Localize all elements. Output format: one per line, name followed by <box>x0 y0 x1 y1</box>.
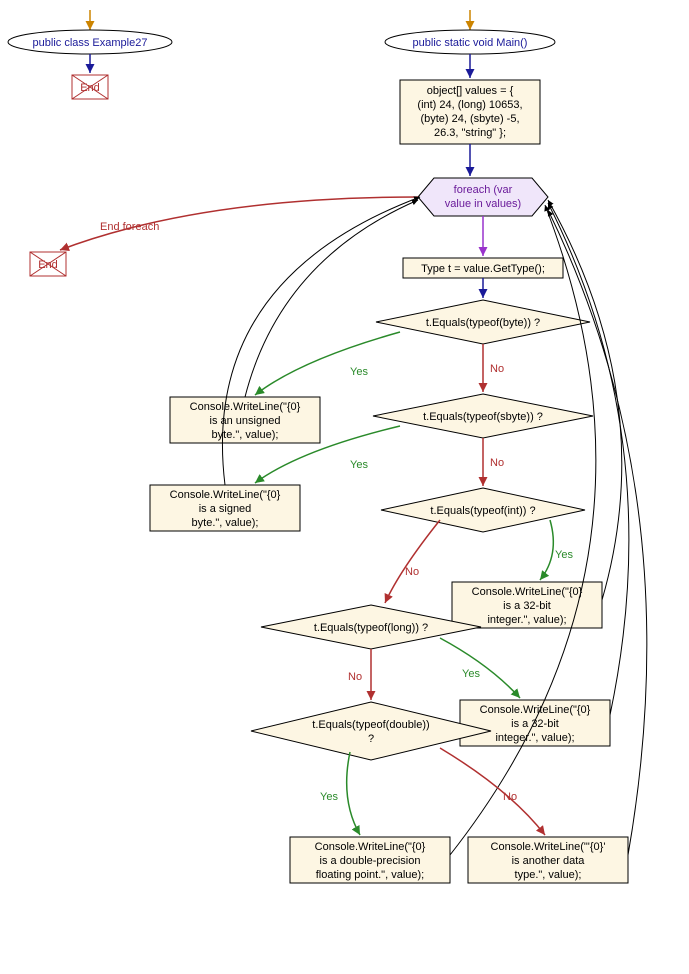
svg-text:floating point.", value);: floating point.", value); <box>316 869 424 881</box>
svg-text:foreach (var: foreach (var <box>454 184 513 196</box>
node-gettype-label: Type t = value.GetType(); <box>421 263 545 275</box>
node-int-label: t.Equals(typeof(int)) ? <box>430 505 535 517</box>
svg-text:Console.WriteLine("{0}: Console.WriteLine("{0} <box>472 586 583 598</box>
svg-text:object[] values = {: object[] values = { <box>427 85 514 97</box>
int-no-label: No <box>405 566 419 578</box>
svg-text:integer.", value);: integer.", value); <box>495 732 574 744</box>
svg-text:integer.", value);: integer.", value); <box>487 614 566 626</box>
byte-yes-label: Yes <box>350 366 368 378</box>
byte-no-label: No <box>490 363 504 375</box>
sbyte-no-label: No <box>490 457 504 469</box>
wbyte-back <box>245 200 418 397</box>
svg-text:Console.WriteLine("{0}: Console.WriteLine("{0} <box>170 489 281 501</box>
wlong-back <box>548 203 629 715</box>
long-yes <box>440 638 520 698</box>
svg-text:Console.WriteLine("'{0}': Console.WriteLine("'{0}' <box>491 841 606 853</box>
svg-text:byte.", value);: byte.", value); <box>212 429 279 441</box>
svg-text:is a signed: is a signed <box>199 503 252 515</box>
svg-text:value in values): value in values) <box>445 198 521 210</box>
byte-yes <box>255 332 400 395</box>
svg-text:Console.WriteLine("{0}: Console.WriteLine("{0} <box>190 401 301 413</box>
int-no <box>385 520 440 603</box>
node-class-label: public class Example27 <box>33 37 148 49</box>
double-no <box>440 748 545 835</box>
sbyte-yes-label: Yes <box>350 459 368 471</box>
svg-text:Console.WriteLine("{0}: Console.WriteLine("{0} <box>480 704 591 716</box>
svg-text:is an unsigned: is an unsigned <box>210 415 281 427</box>
svg-text:is a double-precision: is a double-precision <box>320 855 421 867</box>
svg-text:26.3, "string" };: 26.3, "string" }; <box>434 127 506 139</box>
int-yes-label: Yes <box>555 549 573 561</box>
svg-text:type.", value);: type.", value); <box>515 869 582 881</box>
svg-text:byte.", value);: byte.", value); <box>192 517 259 529</box>
node-endfor: End <box>30 252 66 276</box>
long-no-label: No <box>348 671 362 683</box>
node-double <box>251 702 491 760</box>
svg-text:(byte) 24, (sbyte) -5,: (byte) 24, (sbyte) -5, <box>420 113 519 125</box>
node-endfor-label: End <box>38 259 58 271</box>
double-no-label: No <box>503 791 517 803</box>
int-yes <box>540 520 553 580</box>
node-long-label: t.Equals(typeof(long)) ? <box>314 622 428 634</box>
label-endforeach: End foreach <box>100 221 159 233</box>
double-yes-label: Yes <box>320 791 338 803</box>
node-endclass-label: End <box>80 82 100 94</box>
node-sbyte-label: t.Equals(typeof(sbyte)) ? <box>423 411 543 423</box>
svg-text:is another data: is another data <box>512 855 586 867</box>
double-yes <box>347 752 360 835</box>
svg-text:t.Equals(typeof(double)): t.Equals(typeof(double)) <box>312 719 429 731</box>
long-yes-label: Yes <box>462 668 480 680</box>
svg-text:Console.WriteLine("{0}: Console.WriteLine("{0} <box>315 841 426 853</box>
node-endclass: End <box>72 75 108 99</box>
svg-text:is a 32-bit: is a 32-bit <box>503 600 551 612</box>
svg-text:(int) 24, (long) 10653,: (int) 24, (long) 10653, <box>417 99 522 111</box>
node-byte-label: t.Equals(typeof(byte)) ? <box>426 317 540 329</box>
node-main-label: public static void Main() <box>413 37 528 49</box>
wother-back <box>548 210 647 855</box>
svg-text:?: ? <box>368 733 374 745</box>
